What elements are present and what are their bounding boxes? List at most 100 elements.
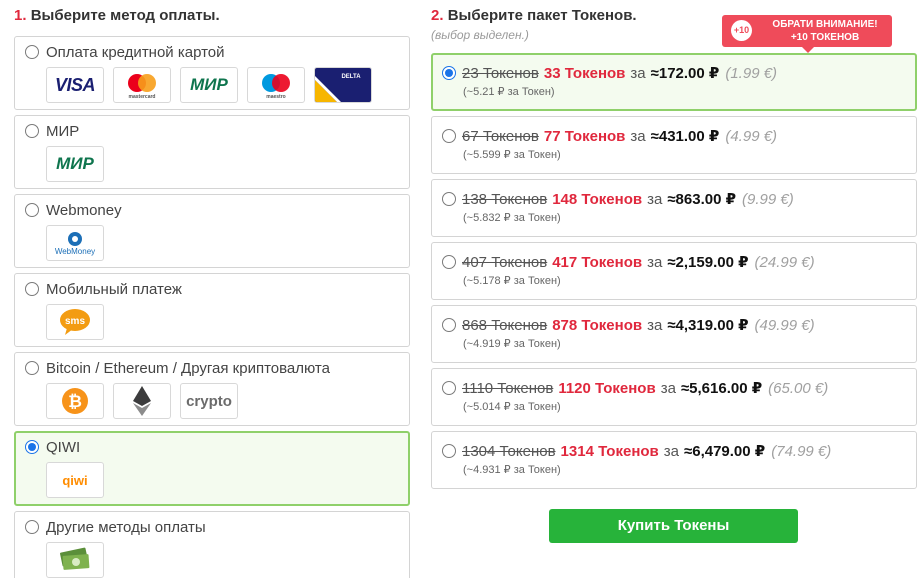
new-token-count: 878 Токенов (552, 316, 643, 334)
radio-mobile[interactable] (25, 282, 39, 296)
method-qiwi[interactable]: QIWI qiwi (14, 431, 410, 506)
radio-crypto[interactable] (25, 361, 39, 375)
mir-logo-icon: МИР (46, 146, 104, 182)
price-per-token: (~5.014 ₽ за Токен) (463, 401, 561, 413)
method-label: Другие методы оплаты (46, 518, 206, 536)
for-label: за (630, 64, 646, 82)
svg-text:maestro: maestro (266, 94, 285, 100)
sms-bubble-icon: sms (46, 304, 104, 340)
method-mobile[interactable]: Мобильный платеж sms (14, 273, 410, 347)
payment-method-title: 1. Выберите метод оплаты. (14, 5, 410, 27)
package-radio[interactable] (442, 192, 456, 206)
new-token-count: 33 Токенов (543, 64, 626, 82)
rub-price: ≈863.00 ₽ (667, 191, 737, 208)
for-label: за (663, 442, 679, 460)
package-radio[interactable] (442, 318, 456, 332)
radio-credit-card[interactable] (25, 45, 39, 59)
svg-text:₿: ₿ (68, 392, 82, 411)
plus-ten-badge-icon: +10 (731, 20, 752, 41)
radio-qiwi[interactable] (25, 440, 39, 454)
notice-line-1: ОБРАТИ ВНИМАНИЕ! (772, 19, 878, 30)
method-webmoney[interactable]: Webmoney WebMoney (14, 194, 410, 268)
rub-price: ≈172.00 ₽ (650, 65, 720, 82)
rub-price: ≈431.00 ₽ (650, 128, 720, 145)
cash-money-icon (46, 542, 104, 578)
rub-price: ≈6,479.00 ₽ (684, 443, 766, 460)
package-option[interactable]: 407 Токенов 417 Токенов за ≈2,159.00 ₽ (… (431, 242, 917, 300)
package-radio[interactable] (442, 129, 456, 143)
token-package-section: 2. Выберите пакет Токенов. (выбор выделе… (431, 0, 917, 494)
delta-logo-icon: DELTA (314, 67, 372, 103)
notice-line-2: +10 ТОКЕНОВ (790, 32, 860, 43)
package-radio[interactable] (442, 381, 456, 395)
old-token-count: 23 Токенов (462, 64, 539, 82)
payment-method-section: 1. Выберите метод оплаты. Оплата кредитн… (14, 0, 410, 578)
rub-price: ≈4,319.00 ₽ (667, 317, 749, 334)
method-crypto[interactable]: Bitcoin / Ethereum / Другая криптовалюта… (14, 352, 410, 426)
package-option[interactable]: 1304 Токенов 1314 Токенов за ≈6,479.00 ₽… (431, 431, 917, 489)
old-token-count: 1110 Токенов (462, 379, 554, 397)
price-per-token: (~5.599 ₽ за Токен) (463, 149, 561, 161)
price-per-token: (~5.21 ₽ за Токен) (463, 86, 555, 98)
eur-price: (4.99 €) (725, 127, 778, 145)
price-per-token: (~4.919 ₽ за Токен) (463, 338, 561, 350)
method-label: Bitcoin / Ethereum / Другая криптовалюта (46, 359, 330, 377)
package-option[interactable]: 1110 Токенов 1120 Токенов за ≈5,616.00 ₽… (431, 368, 917, 426)
radio-webmoney[interactable] (25, 203, 39, 217)
price-per-token: (~4.931 ₽ за Токен) (463, 464, 561, 476)
new-token-count: 1314 Токенов (560, 442, 659, 460)
step-title-text: Выберите метод оплаты. (30, 7, 220, 24)
mastercard-logo-icon: mastercard (113, 67, 171, 103)
method-mir[interactable]: МИР МИР (14, 115, 410, 189)
method-label: Оплата кредитной картой (46, 43, 225, 61)
method-credit-card[interactable]: Оплата кредитной картой VISA mastercard … (14, 36, 410, 110)
radio-mir[interactable] (25, 124, 39, 138)
new-token-count: 148 Токенов (552, 190, 643, 208)
old-token-count: 138 Токенов (462, 190, 548, 208)
for-label: за (660, 379, 676, 397)
buy-tokens-button[interactable]: Купить Токены (549, 509, 798, 543)
old-token-count: 1304 Токенов (462, 442, 556, 460)
for-label: за (647, 190, 663, 208)
payment-method-list: Оплата кредитной картой VISA mastercard … (14, 36, 410, 578)
package-radio[interactable] (442, 255, 456, 269)
svg-text:mastercard: mastercard (129, 94, 156, 100)
package-radio[interactable] (442, 66, 456, 80)
eur-price: (65.00 €) (768, 379, 829, 397)
qiwi-logo-icon: qiwi (46, 462, 104, 498)
bonus-notice-tooltip: +10 ОБРАТИ ВНИМАНИЕ! +10 ТОКЕНОВ (722, 15, 892, 53)
maestro-logo-icon: maestro (247, 67, 305, 103)
eur-price: (1.99 €) (725, 64, 778, 82)
eur-price: (24.99 €) (754, 253, 815, 271)
method-label: Webmoney (46, 201, 122, 219)
package-option[interactable]: 868 Токенов 878 Токенов за ≈4,319.00 ₽ (… (431, 305, 917, 363)
package-option[interactable]: 67 Токенов 77 Токенов за ≈431.00 ₽ (4.99… (431, 116, 917, 174)
old-token-count: 67 Токенов (462, 127, 539, 145)
method-other[interactable]: Другие методы оплаты (14, 511, 410, 578)
radio-other[interactable] (25, 520, 39, 534)
package-option[interactable]: 23 Токенов 33 Токенов за ≈172.00 ₽ (1.99… (431, 53, 917, 111)
eur-price: (9.99 €) (742, 190, 794, 208)
bitcoin-icon: ₿ (46, 383, 104, 419)
step-title-text: Выберите пакет Токенов. (447, 7, 637, 24)
rub-price: ≈5,616.00 ₽ (680, 380, 763, 397)
method-label: МИР (46, 122, 80, 140)
old-token-count: 407 Токенов (462, 253, 548, 271)
svg-text:sms: sms (65, 316, 85, 327)
eur-price: (49.99 €) (754, 316, 815, 334)
package-option[interactable]: 138 Токенов 148 Токенов за ≈863.00 ₽ (9.… (431, 179, 917, 237)
step-number: 2. (431, 7, 444, 24)
new-token-count: 1120 Токенов (558, 379, 656, 397)
price-per-token: (~5.832 ₽ за Токен) (463, 212, 561, 224)
for-label: за (647, 253, 663, 271)
package-radio[interactable] (442, 444, 456, 458)
eur-price: (74.99 €) (771, 442, 832, 460)
crypto-logo-icon: crypto (180, 383, 238, 419)
for-label: за (630, 127, 646, 145)
new-token-count: 77 Токенов (543, 127, 626, 145)
webmoney-logo-icon: WebMoney (46, 225, 104, 261)
package-list: 23 Токенов 33 Токенов за ≈172.00 ₽ (1.99… (431, 53, 917, 489)
old-token-count: 868 Токенов (462, 316, 548, 334)
new-token-count: 417 Токенов (552, 253, 643, 271)
svg-text:DELTA: DELTA (341, 74, 361, 80)
